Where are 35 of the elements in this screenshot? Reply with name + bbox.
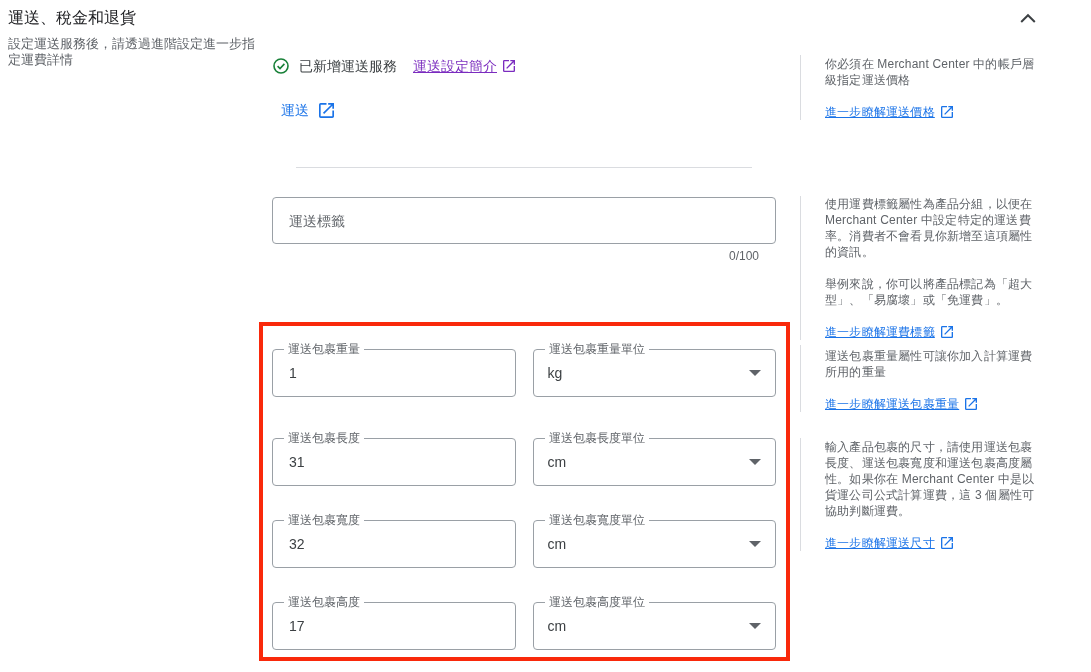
field-label: 運送包裹寬度單位 (544, 512, 649, 528)
external-link-icon (965, 398, 978, 410)
help-link[interactable]: 進一步瞭解運費標籤 (825, 324, 953, 340)
shipping-label-field[interactable]: 運送標籤 (272, 197, 776, 244)
shipping-button[interactable]: 運送 (273, 94, 342, 126)
help-text: 輸入產品包裹的尺寸，請使用運送包裹長度、運送包裹寬度和運送包裹高度屬性。如果你在 Merchant Center 中是以貨運公司公式計算運費，這 3 個屬性可協助判斷運費。 (825, 439, 1036, 519)
character-counter: 0/100 (727, 248, 760, 264)
section-title: 運送、稅金和退貨 (8, 8, 136, 28)
help-text: 你必須在 Merchant Center 中的帳戶層級指定運送價格 (825, 56, 1036, 88)
caret-icon (749, 541, 761, 547)
external-link-icon (940, 326, 953, 338)
field-label: 運送包裹長度單位 (544, 430, 649, 446)
caret-icon (749, 623, 761, 629)
help-link[interactable]: 進一步瞭解運送尺寸 (825, 535, 953, 551)
help-link[interactable]: 進一步瞭解運送包裹重量 (825, 396, 978, 412)
field-label: 運送包裹寬度 (284, 512, 364, 528)
help-text: 運送包裹重量屬性可讓你加入計算運費所用的重量 (825, 348, 1034, 380)
caret-icon (749, 370, 761, 376)
help-text: 使用運費標籤屬性為產品分組，以便在 Merchant Center 中設定特定的運送費率。消費者不會看見你新增至這項屬性的資訊。 (825, 196, 1034, 260)
external-link-icon (503, 60, 515, 72)
field-label: 運送包裹重量單位 (544, 341, 649, 357)
help-link[interactable]: 進一步瞭解運送價格 (825, 104, 953, 120)
field-label: 運送包裹高度 (284, 594, 364, 610)
check-circle-icon (273, 58, 289, 74)
help-text: 舉例來說，你可以將產品標記為「超大型」、「易腐壞」或「免運費」。 (825, 276, 1034, 308)
setup-guide-link[interactable]: 運送設定簡介 (413, 58, 515, 74)
field-label: 運送包裹長度 (284, 430, 364, 446)
external-link-icon (940, 106, 953, 118)
field-label: 運送包裹高度單位 (544, 594, 649, 610)
status-text: 已新增運送服務 (299, 58, 397, 74)
external-link-icon (319, 102, 334, 118)
section-description: 設定運送服務後，請透過進階設定進一步指定運費詳情 (8, 36, 256, 68)
caret-icon (749, 459, 761, 465)
field-label: 運送包裹重量 (284, 341, 364, 357)
external-link-icon (940, 537, 953, 549)
